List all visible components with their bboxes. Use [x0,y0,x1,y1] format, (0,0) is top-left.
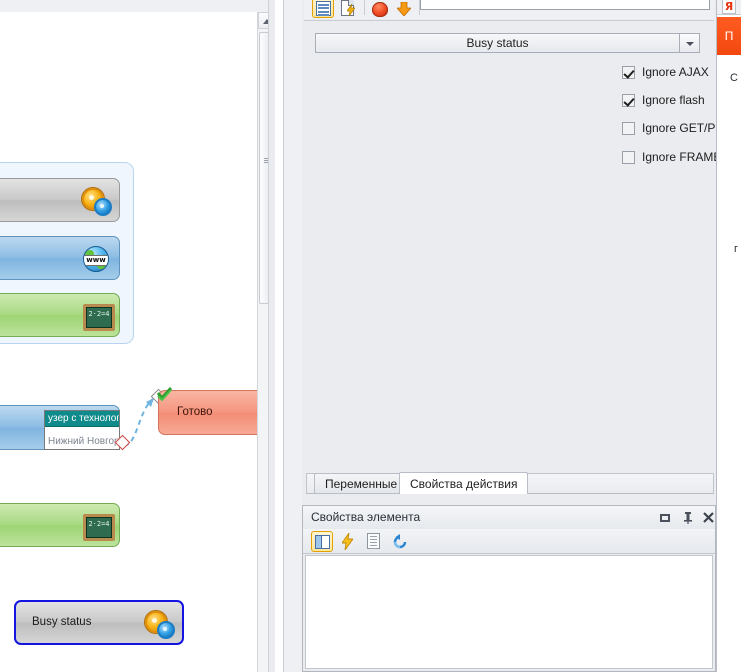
checkbox-box[interactable] [622,151,635,164]
move-down-button[interactable] [393,0,415,18]
clipped-text-top: С [730,72,738,84]
checkbox-label: Ignore FRAME [642,150,721,164]
document-bolt-icon [341,0,354,16]
chevron-down-icon[interactable] [679,34,699,52]
blackboard-text: 2·2=4 [83,514,115,541]
refresh-button[interactable] [389,531,411,552]
attributes-button[interactable] [363,531,385,552]
tab-label: Переменные [325,477,397,491]
stop-circle-icon [372,2,388,17]
search-input[interactable] [420,0,710,10]
list-doc-icon [367,533,380,549]
dock-titlebar[interactable]: Свойства элемента [303,506,715,529]
checkbox-box[interactable] [622,94,635,107]
background-browser-strip: Я П С г [716,0,741,672]
flow-node-label: //www.yandex. [0,251,81,264]
element-preview-card[interactable]: узер с технологи Нижний Новгор [44,410,120,450]
tab-variables[interactable]: Переменные [314,473,408,494]
checkbox-label: Ignore AJAX [642,65,709,79]
checkbox-ignore-frame[interactable]: Ignore FRAME [622,149,721,165]
bolt-icon [342,533,353,550]
flow-node-busy-status[interactable]: Busy status [14,600,184,645]
close-button[interactable] [701,510,716,525]
preview-card-header: узер с технологи [45,411,119,427]
grid-view-button[interactable] [312,0,334,18]
blackboard-text: 2·2=4 [83,304,115,331]
gears-icon [144,610,174,636]
toolbar-divider [304,20,714,21]
canvas-surface[interactable]: cookies //www.yandex. www lue 0 to le 2·… [0,12,275,672]
checkbox-ignore-ajax[interactable]: Ignore AJAX [622,64,709,80]
panel-view-button[interactable] [311,531,333,552]
checkbox-label: Ignore flash [642,93,705,107]
pin-icon [683,512,693,524]
blackboard-icon: 2·2=4 [81,512,111,538]
restore-button[interactable] [658,510,673,525]
arrow-down-icon [397,2,411,16]
stop-button[interactable] [368,0,390,18]
toolbar-separator [364,0,365,15]
flow-node-open-url[interactable]: //www.yandex. www [0,236,120,280]
flow-node-label: lue 0 to le [0,302,81,328]
script-doc-button[interactable] [337,0,359,18]
pane-splitter[interactable] [275,0,302,672]
splitter-handle[interactable] [283,0,304,672]
yandex-ya-icon[interactable]: Я [722,0,736,14]
panel-divider [716,0,717,672]
checkbox-box[interactable] [622,66,635,79]
flow-node-cookies[interactable]: cookies [0,178,120,222]
canvas-right-edge [268,0,275,672]
flow-node-label: Busy status [24,616,144,629]
preview-card-body: Нижний Новгор [45,427,119,447]
properties-empty-area [315,178,700,468]
flow-node-label: se count on 1 [0,518,81,531]
tab-action-properties[interactable]: Свойства действия [399,472,528,494]
close-icon [703,512,714,523]
dock-content-area[interactable] [305,555,713,669]
flow-node-increase-count[interactable]: se count on 1 2·2=4 [0,503,120,547]
gears-icon [81,187,111,213]
checkbox-ignore-flash[interactable]: Ignore flash [622,92,705,108]
grid-icon [316,1,331,16]
combobox-value: Busy status [316,36,679,50]
globe-band-text: www [83,255,109,266]
tab-label: Свойства действия [410,477,517,491]
flow-node-label: cookies [0,193,81,206]
action-type-combobox[interactable]: Busy status [315,33,700,53]
flow-diagram-canvas[interactable]: cookies //www.yandex. www lue 0 to le 2·… [0,0,275,672]
refresh-icon [392,534,408,550]
panel-view-icon [315,535,330,549]
flow-node-set-value[interactable]: lue 0 to le 2·2=4 [0,293,120,337]
orange-tab-button[interactable]: П [717,17,741,55]
checkbox-box[interactable] [622,122,635,135]
events-button[interactable] [337,531,359,552]
blackboard-icon: 2·2=4 [81,302,111,328]
globe-www-icon: www [81,245,111,271]
properties-tabstrip[interactable]: Переменные Свойства действия [306,472,714,494]
restore-icon [660,514,670,522]
check-icon [157,387,173,401]
clipped-text-mid: г [734,243,738,255]
element-properties-dock: Свойства элемента [302,505,716,672]
dock-title-text: Свойства элемента [311,510,420,524]
dock-toolbar [303,529,715,554]
pin-button[interactable] [680,510,695,525]
